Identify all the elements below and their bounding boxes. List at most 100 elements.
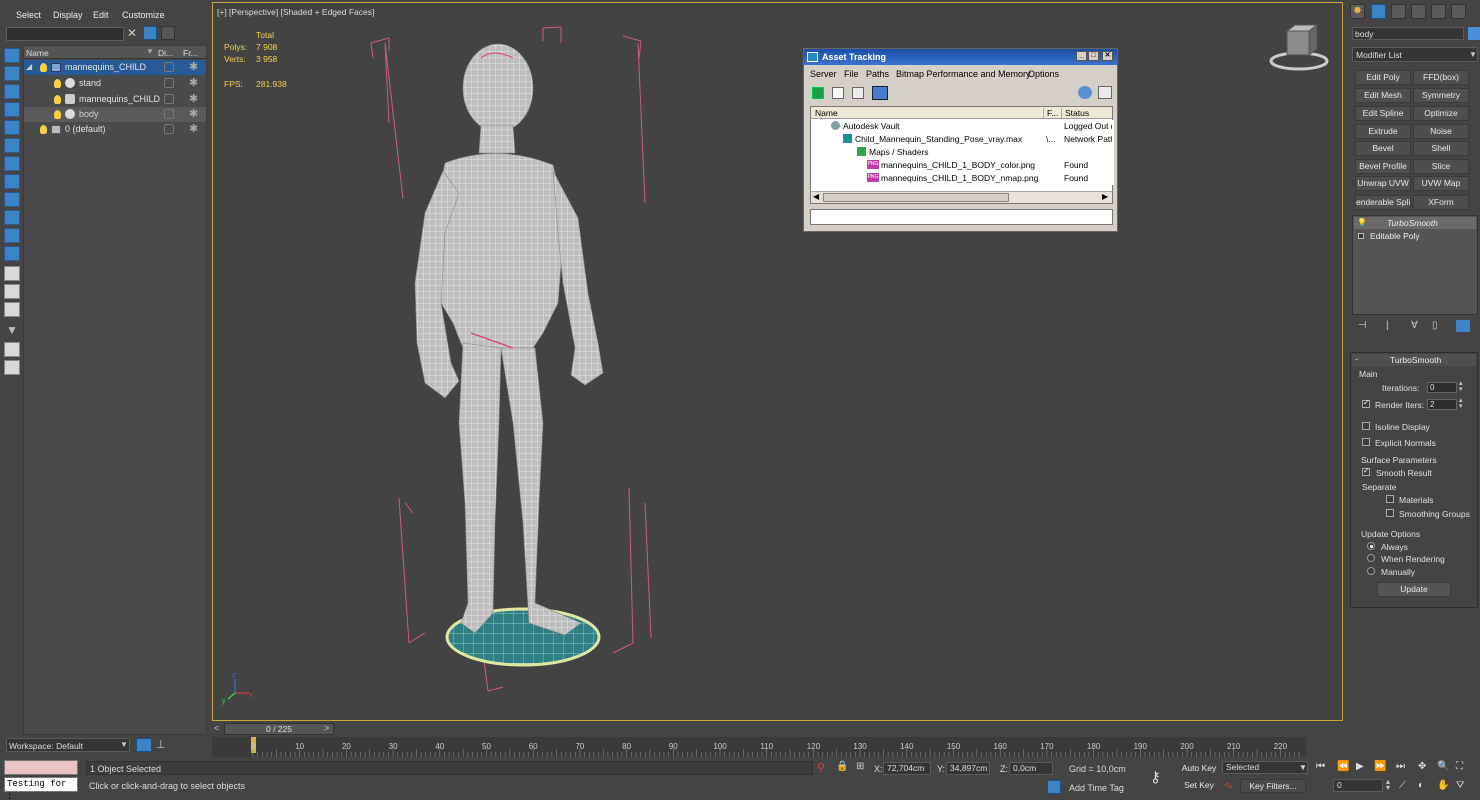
- asset-row[interactable]: Maps / Shaders: [811, 146, 1114, 159]
- modify-tab-icon[interactable]: [1371, 4, 1386, 19]
- zoom-extents-icon[interactable]: ✥: [1418, 761, 1426, 772]
- previous-key-icon[interactable]: ⏪: [1337, 761, 1349, 772]
- next-key-icon[interactable]: ⏩: [1374, 761, 1386, 772]
- layer-row-mannequins-child[interactable]: ◢ mannequins_CHILD ✱: [24, 60, 206, 75]
- display-xrefs-icon[interactable]: [4, 210, 20, 225]
- light-bulb-icon[interactable]: [54, 110, 61, 119]
- auto-key-button[interactable]: Auto Key: [1180, 762, 1218, 776]
- display-toggle-icon[interactable]: [164, 124, 174, 134]
- asset-tracking-titlebar[interactable]: Asset Tracking _ □ ✕: [804, 49, 1117, 65]
- object-name-field[interactable]: body: [1352, 27, 1464, 40]
- xform-button[interactable]: XForm: [1413, 195, 1469, 210]
- spinner-arrows-icon[interactable]: ▴ ▾: [1459, 380, 1463, 393]
- z-coordinate-field[interactable]: 0,0cm: [1009, 762, 1053, 775]
- time-slider-thumb[interactable]: 0 / 225: [224, 723, 334, 735]
- asset-row[interactable]: PNG mannequins_CHILD_1_BODY_nmap.png Fou…: [811, 172, 1114, 185]
- manually-radio[interactable]: [1367, 567, 1375, 575]
- set-key-button[interactable]: Set Key: [1180, 779, 1218, 793]
- time-tag-icon[interactable]: [1047, 780, 1061, 794]
- table-view-icon[interactable]: [872, 86, 888, 100]
- freeze-icon[interactable]: ✱: [189, 122, 198, 135]
- display-toggle-icon[interactable]: [164, 62, 174, 72]
- field-of-view-icon[interactable]: ⛛: [1456, 780, 1464, 791]
- help-icon[interactable]: [1078, 86, 1092, 99]
- create-tab-icon[interactable]: ✸: [1350, 4, 1365, 19]
- asset-tracking-dialog[interactable]: Asset Tracking _ □ ✕ Server File Paths B…: [803, 48, 1118, 232]
- uvw-map-button[interactable]: UVW Map: [1413, 176, 1469, 191]
- time-slider[interactable]: < 0 / 225 >: [212, 723, 1343, 737]
- explicit-normals-checkbox[interactable]: [1362, 438, 1370, 446]
- display-cameras-icon[interactable]: [4, 138, 20, 153]
- key-filters-button[interactable]: Key Filters...: [1240, 779, 1306, 793]
- maximize-viewport-icon[interactable]: ⛶: [1456, 761, 1463, 772]
- remove-modifier-icon[interactable]: ▯: [1432, 320, 1438, 331]
- asset-row[interactable]: PNG mannequins_CHILD_1_BODY_color.png Fo…: [811, 159, 1114, 172]
- menu-options[interactable]: Options: [1028, 69, 1059, 79]
- render-iters-checkbox[interactable]: [1362, 398, 1370, 408]
- display-geometry-icon[interactable]: [4, 84, 20, 99]
- edit-mesh-button[interactable]: Edit Mesh: [1355, 88, 1411, 103]
- edit-poly-button[interactable]: Edit Poly: [1355, 70, 1411, 85]
- display-shapes-icon[interactable]: [4, 102, 20, 117]
- bevel-button[interactable]: Bevel: [1355, 141, 1411, 156]
- sort-icon[interactable]: [4, 360, 20, 375]
- mannequin-scene[interactable]: z x y: [213, 3, 1343, 721]
- refresh-icon[interactable]: [812, 87, 824, 99]
- light-bulb-icon[interactable]: [54, 95, 61, 104]
- key-selection-dropdown[interactable]: Selected ▼: [1222, 761, 1308, 774]
- display-tab-icon[interactable]: [1431, 4, 1446, 19]
- maxscript-listener[interactable]: [4, 760, 78, 775]
- column-name[interactable]: Name: [815, 108, 838, 118]
- modifier-list-dropdown[interactable]: Modifier List ▼: [1352, 47, 1478, 62]
- freeze-icon[interactable]: ✱: [189, 92, 198, 105]
- key-tangent-icon[interactable]: ∿: [1224, 779, 1233, 792]
- menu-server[interactable]: Server: [810, 69, 837, 79]
- update-button[interactable]: Update: [1377, 582, 1451, 597]
- asset-row[interactable]: Autodesk Vault Logged Out (: [811, 120, 1114, 133]
- filter-icon[interactable]: [143, 26, 157, 40]
- iterations-spinner[interactable]: 0: [1427, 382, 1457, 393]
- materials-checkbox[interactable]: [1386, 495, 1394, 503]
- list-icon[interactable]: [832, 87, 844, 99]
- menu-bitmap-performance[interactable]: Bitmap Performance and Memory: [896, 69, 1031, 79]
- unwrap-uvw-button[interactable]: Unwrap UVW: [1355, 176, 1411, 191]
- add-time-tag[interactable]: Add Time Tag: [1069, 783, 1124, 793]
- layer-row-default[interactable]: 0 (default) ✱: [24, 122, 206, 137]
- menu-customize[interactable]: Customize: [122, 10, 165, 20]
- freeze-icon[interactable]: ✱: [189, 60, 198, 73]
- clear-search-icon[interactable]: ✕: [127, 26, 137, 40]
- make-unique-icon[interactable]: ∀: [1411, 320, 1418, 331]
- menu-paths[interactable]: Paths: [866, 69, 889, 79]
- display-lights-icon[interactable]: [4, 120, 20, 135]
- menu-select[interactable]: Select: [16, 10, 41, 20]
- column-status[interactable]: Status: [1061, 108, 1089, 118]
- absolute-mode-icon[interactable]: ⊞: [856, 761, 864, 772]
- noise-button[interactable]: Noise: [1413, 124, 1469, 139]
- settings-icon[interactable]: [1098, 86, 1112, 99]
- display-containers-icon[interactable]: [4, 246, 20, 261]
- object-row-mannequins-child[interactable]: mannequins_CHILD ✱: [24, 92, 206, 107]
- path-field[interactable]: [810, 209, 1113, 225]
- shell-button[interactable]: Shell: [1413, 141, 1469, 156]
- motion-tab-icon[interactable]: [1411, 4, 1426, 19]
- display-frozen-icon[interactable]: [4, 266, 20, 281]
- expand-arrow-icon[interactable]: ◢: [26, 62, 32, 71]
- smoothing-groups-checkbox[interactable]: [1386, 509, 1394, 517]
- hierarchy-tab-icon[interactable]: [1391, 4, 1406, 19]
- layer-explorer-icon[interactable]: [136, 738, 152, 752]
- maxscript-input[interactable]: Testing for :: [4, 777, 78, 800]
- sync-selection-icon[interactable]: [4, 342, 20, 357]
- minimize-button[interactable]: _: [1076, 51, 1087, 61]
- display-toggle-icon[interactable]: [164, 109, 174, 119]
- display-hidden-icon[interactable]: [4, 284, 20, 299]
- scroll-right-icon[interactable]: ▶: [1102, 192, 1108, 201]
- spinner-arrows-icon[interactable]: ▴ ▾: [1459, 397, 1463, 410]
- scrollbar-thumb[interactable]: [823, 193, 1009, 202]
- symmetry-button[interactable]: Symmetry: [1413, 88, 1469, 103]
- scroll-left-icon[interactable]: ◀: [813, 192, 819, 201]
- next-frame-icon[interactable]: >: [324, 723, 329, 733]
- utilities-tab-icon[interactable]: [1451, 4, 1466, 19]
- rollout-header[interactable]: - TurboSmooth: [1352, 354, 1476, 366]
- mannequin-body[interactable]: [414, 43, 604, 636]
- edit-spline-button[interactable]: Edit Spline: [1355, 106, 1411, 121]
